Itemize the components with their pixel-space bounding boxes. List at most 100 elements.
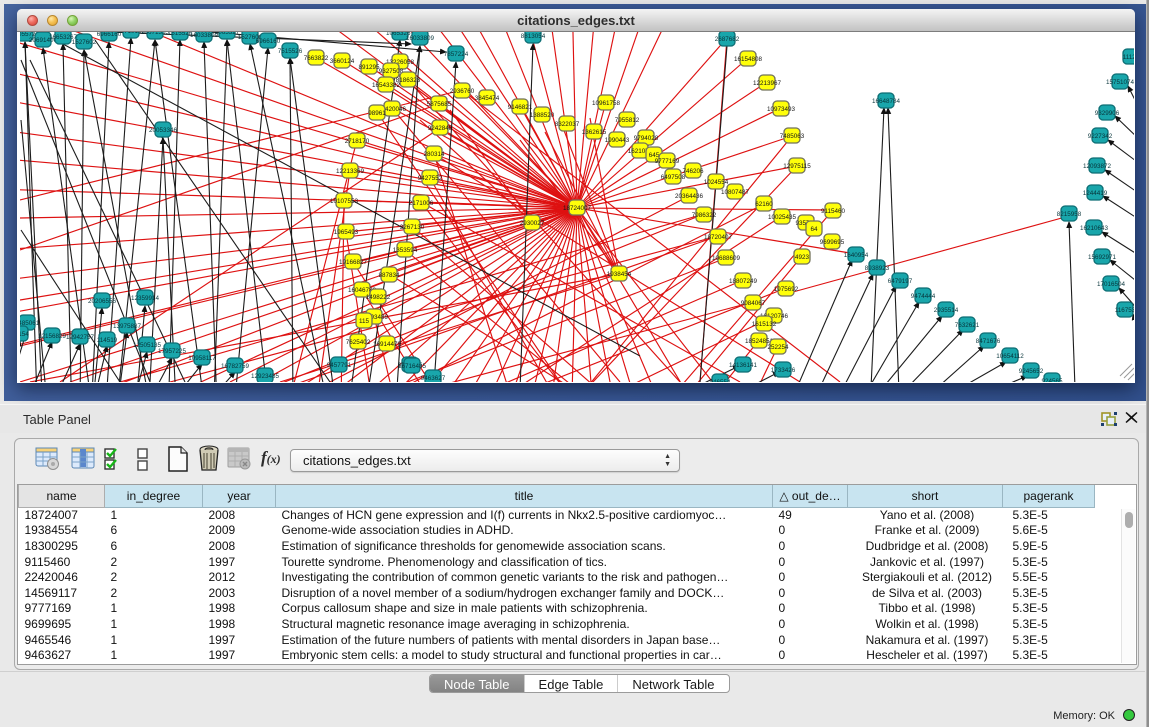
svg-text:2718170: 2718170 xyxy=(345,138,370,145)
svg-text:14136141: 14136141 xyxy=(729,362,758,369)
svg-text:6479197: 6479197 xyxy=(888,278,913,285)
svg-text:891295: 891295 xyxy=(358,64,380,71)
svg-text:11123: 11123 xyxy=(1123,54,1134,61)
svg-text:16033809: 16033809 xyxy=(406,35,435,42)
svg-text:1938454: 1938454 xyxy=(607,271,632,278)
svg-text:10025435: 10025435 xyxy=(768,214,797,221)
svg-text:8215958: 8215958 xyxy=(1057,211,1082,218)
svg-text:12156829: 12156829 xyxy=(38,333,67,340)
svg-text:7632621: 7632621 xyxy=(955,322,980,329)
svg-text:16671355: 16671355 xyxy=(141,32,170,36)
svg-text:6497508: 6497508 xyxy=(661,174,686,181)
svg-text:10688609: 10688609 xyxy=(712,255,741,262)
svg-text:20053346: 20053346 xyxy=(149,127,178,134)
svg-text:64: 64 xyxy=(810,226,818,233)
svg-text:7857224: 7857224 xyxy=(444,51,469,58)
svg-text:8471676: 8471676 xyxy=(976,338,1001,345)
svg-text:12975115: 12975115 xyxy=(783,163,811,170)
svg-text:16154808: 16154808 xyxy=(734,56,763,63)
svg-text:3267130: 3267130 xyxy=(400,224,425,231)
svg-text:1353594: 1353594 xyxy=(393,247,418,254)
svg-text:12093872: 12093872 xyxy=(1083,163,1112,170)
svg-text:62160: 62160 xyxy=(755,201,773,208)
svg-text:16914479: 16914479 xyxy=(373,341,402,348)
svg-text:924565: 924565 xyxy=(1041,378,1063,382)
svg-text:12942757: 12942757 xyxy=(66,334,95,341)
svg-text:17016504: 17016504 xyxy=(1097,281,1126,288)
svg-text:9227342: 9227342 xyxy=(1088,133,1113,140)
svg-text:12213967: 12213967 xyxy=(753,80,782,87)
svg-text:2930027: 2930027 xyxy=(520,220,545,227)
svg-text:20206556: 20206556 xyxy=(88,298,117,305)
svg-text:252254: 252254 xyxy=(767,344,789,351)
svg-text:17957225: 17957225 xyxy=(158,348,187,355)
svg-text:10654112: 10654112 xyxy=(996,353,1024,360)
svg-text:13975887: 13975887 xyxy=(113,323,142,330)
svg-text:2935514: 2935514 xyxy=(934,307,959,314)
svg-text:6966160: 6966160 xyxy=(256,38,281,45)
svg-text:19166827: 19166827 xyxy=(339,259,368,266)
svg-text:16210643: 16210643 xyxy=(1080,225,1109,232)
svg-text:7955812: 7955812 xyxy=(615,117,640,124)
svg-text:746206: 746206 xyxy=(682,168,704,175)
svg-text:3660124: 3660124 xyxy=(330,58,355,65)
svg-text:9146821: 9146821 xyxy=(508,104,533,111)
svg-text:1965493: 1965493 xyxy=(334,229,359,236)
svg-text:10958117: 10958117 xyxy=(188,355,216,362)
svg-text:9699695: 9699695 xyxy=(820,239,845,246)
svg-text:7663822: 7663822 xyxy=(304,55,329,62)
svg-text:8938923: 8938923 xyxy=(865,265,890,272)
svg-text:10973493: 10973493 xyxy=(767,106,796,113)
svg-text:20364436: 20364436 xyxy=(675,193,704,200)
svg-text:9115460: 9115460 xyxy=(821,208,846,215)
svg-text:12213369: 12213369 xyxy=(336,168,365,175)
svg-text:3845474: 3845474 xyxy=(475,95,500,102)
svg-text:15692971: 15692971 xyxy=(1088,254,1117,261)
svg-text:9084067: 9084067 xyxy=(741,300,766,307)
svg-text:39154: 39154 xyxy=(20,331,29,338)
svg-text:9777169: 9777169 xyxy=(655,158,680,165)
svg-text:116753: 116753 xyxy=(1115,307,1134,314)
svg-text:10807487: 10807487 xyxy=(721,189,750,196)
svg-text:2171006: 2171006 xyxy=(409,200,434,207)
svg-text:280314: 280314 xyxy=(423,151,445,158)
svg-text:12359914: 12359914 xyxy=(131,295,160,302)
svg-text:946554: 946554 xyxy=(709,379,731,382)
svg-text:15716485: 15716485 xyxy=(398,363,427,370)
svg-text:16648784: 16648784 xyxy=(872,98,901,105)
svg-text:1733426: 1733426 xyxy=(771,367,796,374)
svg-text:114519: 114519 xyxy=(97,337,118,344)
svg-text:98961: 98961 xyxy=(368,110,386,117)
svg-text:1527602: 1527602 xyxy=(72,39,97,46)
svg-text:887834: 887834 xyxy=(378,272,400,279)
svg-text:7986322: 7986322 xyxy=(692,212,717,219)
svg-text:4923: 4923 xyxy=(795,254,810,261)
svg-text:7515526: 7515526 xyxy=(278,48,303,55)
svg-text:7625402: 7625402 xyxy=(346,339,371,346)
svg-text:15751074: 15751074 xyxy=(1106,79,1134,86)
svg-text:12923485: 12923485 xyxy=(251,373,280,380)
svg-text:16782759: 16782759 xyxy=(221,363,250,370)
svg-text:8813054: 8813054 xyxy=(521,33,546,40)
svg-text:18720407: 18720407 xyxy=(704,234,733,241)
svg-text:1975692: 1975692 xyxy=(774,286,799,293)
svg-text:9329906: 9329906 xyxy=(1095,110,1120,117)
svg-text:9474444: 9474444 xyxy=(911,293,936,300)
svg-text:2687682: 2687682 xyxy=(715,36,740,43)
svg-text:1065327: 1065327 xyxy=(215,32,240,36)
svg-text:18724007: 18724007 xyxy=(563,205,592,212)
svg-text:9427552: 9427552 xyxy=(418,175,443,182)
svg-text:10107553: 10107553 xyxy=(330,198,359,205)
svg-text:9794028: 9794028 xyxy=(634,135,659,142)
svg-text:1388520: 1388520 xyxy=(530,112,555,119)
svg-text:1024554: 1024554 xyxy=(704,179,729,186)
svg-text:9457791: 9457791 xyxy=(327,362,352,369)
svg-text:9245652: 9245652 xyxy=(1019,368,1044,375)
svg-text:18807249: 18807249 xyxy=(729,278,758,285)
svg-text:1498222: 1498222 xyxy=(366,294,391,301)
svg-text:9463627: 9463627 xyxy=(421,375,446,382)
svg-text:1640954: 1640954 xyxy=(844,252,869,259)
svg-text:1244419: 1244419 xyxy=(1083,190,1108,197)
svg-text:115: 115 xyxy=(359,318,370,325)
svg-text:5875685: 5875685 xyxy=(427,101,452,108)
